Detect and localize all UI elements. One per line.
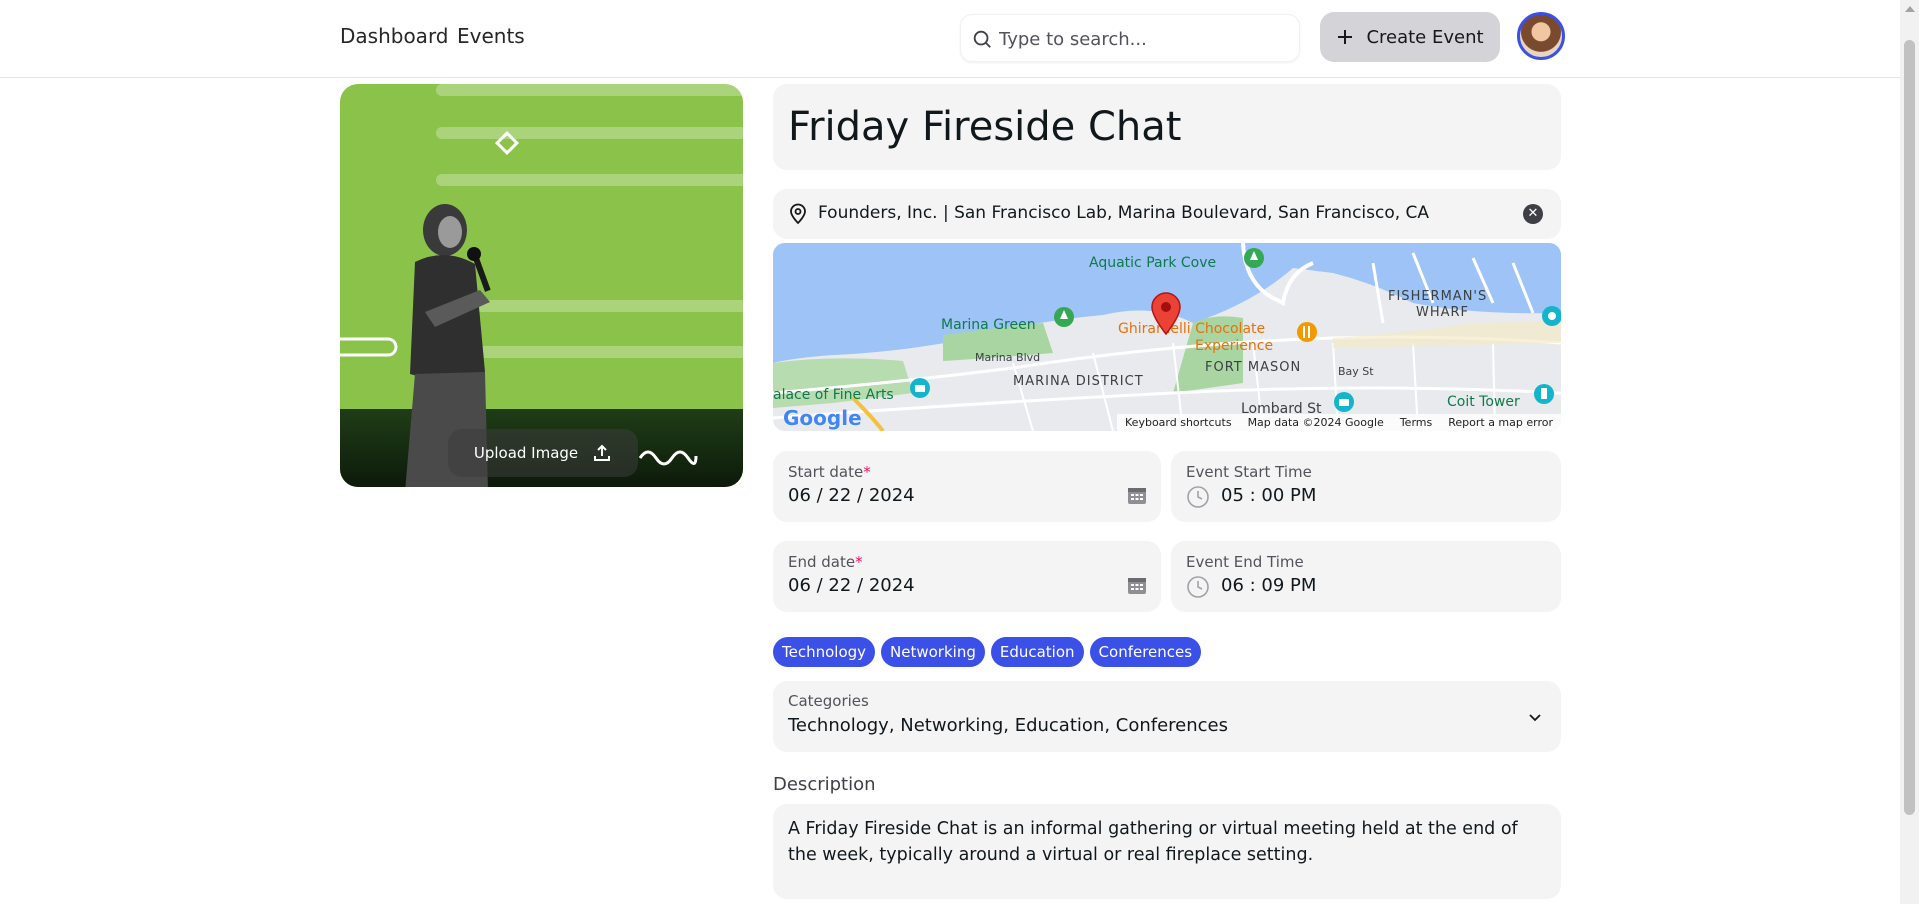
categories-value: Technology, Networking, Education, Confe… (788, 715, 1228, 736)
page-scrollbar[interactable] (1900, 0, 1919, 904)
chip-education[interactable]: Education (990, 637, 1084, 667)
scroll-thumb[interactable] (1904, 40, 1915, 815)
decor-stripe (436, 127, 743, 139)
event-title-field[interactable]: Friday Fireside Chat (773, 84, 1561, 170)
end-date-label: End date* (788, 553, 863, 571)
description-textarea[interactable]: A Friday Fireside Chat is an informal ga… (773, 804, 1561, 899)
required-marker: * (855, 553, 863, 571)
categories-label: Categories (788, 692, 869, 710)
end-date-value[interactable]: 06 / 22 / 2024 (788, 575, 915, 596)
upload-icon (594, 444, 611, 461)
start-date-label: Start date* (788, 463, 871, 481)
chip-technology[interactable]: Technology (773, 637, 876, 667)
restaurant-pin-icon (1297, 322, 1317, 342)
clock-icon (1187, 576, 1209, 598)
map-attribution: Keyboard shortcuts Map data ©2024 Google… (1117, 414, 1561, 431)
map-label-ghirardelli: Ghirardelli Chocolate (1118, 321, 1266, 337)
event-end-time-label: Event End Time (1186, 553, 1304, 571)
attraction-pin-icon (1542, 306, 1561, 326)
plus-icon (1338, 30, 1353, 44)
chip-conferences[interactable]: Conferences (1089, 637, 1202, 667)
keyboard-shortcuts-link[interactable]: Keyboard shortcuts (1125, 416, 1232, 429)
upload-image-label: Upload Image (473, 444, 579, 462)
map-marker-icon (1151, 292, 1181, 335)
search-box[interactable] (960, 14, 1300, 62)
location-text: Founders, Inc. | San Francisco Lab, Mari… (818, 203, 1430, 223)
park-pin-icon (1054, 307, 1074, 327)
museum-pin-icon (910, 378, 930, 398)
create-event-label: Create Event (1366, 26, 1484, 48)
decor-stripe (436, 174, 743, 186)
location-pin-icon (790, 203, 806, 225)
landmark-pin-icon (1534, 384, 1554, 404)
search-icon (973, 30, 991, 48)
start-date-label-text: Start date (788, 463, 864, 481)
diamond-decor-icon (494, 130, 520, 156)
wave-decor-icon (638, 450, 698, 466)
chip-networking[interactable]: Networking (881, 637, 985, 667)
event-title-text: Friday Fireside Chat (788, 104, 1182, 150)
map-data-text: Map data ©2024 Google (1247, 416, 1384, 429)
map-label-aquatic-park: Aquatic Park Cove (1089, 255, 1217, 271)
top-navbar: Dashboard Events Create Event (0, 0, 1900, 78)
scroll-up-arrow-icon[interactable] (1905, 6, 1915, 12)
map-label-palace-fine-arts: alace of Fine Arts (773, 387, 894, 403)
map-label-bay-st: Bay St (1338, 365, 1374, 378)
event-end-time-value[interactable]: 06 : 09 PM (1221, 575, 1316, 596)
map-label-marina-district: MARINA DISTRICT (1013, 374, 1144, 389)
event-image: Upload Image (340, 84, 743, 487)
map-label-fishermans: FISHERMAN'S (1388, 289, 1488, 304)
user-avatar[interactable] (1517, 12, 1565, 60)
event-start-time-field[interactable]: Event Start Time 05 : 00 PM (1171, 451, 1561, 522)
end-date-label-text: End date (788, 553, 856, 571)
clear-location-icon[interactable]: ✕ (1523, 204, 1543, 224)
description-text: A Friday Fireside Chat is an informal ga… (788, 819, 1518, 865)
map-label-experience: Experience (1195, 338, 1274, 354)
decor-stripe (436, 84, 743, 96)
map-label-marina-blvd: Marina Blvd (975, 351, 1041, 364)
start-date-field[interactable]: Start date* 06 / 22 / 2024 (773, 451, 1161, 522)
nav-dashboard-link[interactable]: Dashboard (340, 24, 449, 48)
required-marker: * (863, 463, 871, 481)
report-map-error-link[interactable]: Report a map error (1448, 416, 1553, 429)
create-event-button[interactable]: Create Event (1320, 12, 1500, 62)
calendar-icon[interactable] (1127, 575, 1147, 595)
location-field[interactable]: Founders, Inc. | San Francisco Lab, Mari… (773, 189, 1561, 239)
google-logo: Google (783, 406, 862, 430)
event-start-time-label: Event Start Time (1186, 463, 1312, 481)
end-date-field[interactable]: End date* 06 / 22 / 2024 (773, 541, 1161, 612)
start-date-value[interactable]: 06 / 22 / 2024 (788, 485, 915, 506)
category-chips: Technology Networking Education Conferen… (773, 637, 1202, 667)
map-label-marina-green: Marina Green (941, 317, 1036, 333)
search-input[interactable] (999, 25, 1289, 53)
event-start-time-value[interactable]: 05 : 00 PM (1221, 485, 1316, 506)
calendar-icon[interactable] (1127, 485, 1147, 505)
map-label-fort-mason: FORT MASON (1205, 360, 1302, 375)
park-pin-icon (1244, 248, 1264, 268)
upload-image-button[interactable]: Upload Image (448, 429, 638, 477)
map-label-wharf: WHARF (1416, 305, 1470, 320)
categories-select[interactable]: Categories Technology, Networking, Educa… (773, 681, 1561, 752)
description-label: Description (773, 774, 876, 795)
location-map[interactable]: Aquatic Park Cove FISHERMAN'S WHARF Mari… (773, 243, 1561, 431)
terms-link[interactable]: Terms (1400, 416, 1432, 429)
map-label-coit-tower: Coit Tower (1447, 394, 1520, 410)
nav-events-link[interactable]: Events (457, 24, 525, 48)
event-end-time-field[interactable]: Event End Time 06 : 09 PM (1171, 541, 1561, 612)
chevron-down-icon[interactable] (1527, 709, 1543, 725)
clock-icon (1187, 486, 1209, 508)
